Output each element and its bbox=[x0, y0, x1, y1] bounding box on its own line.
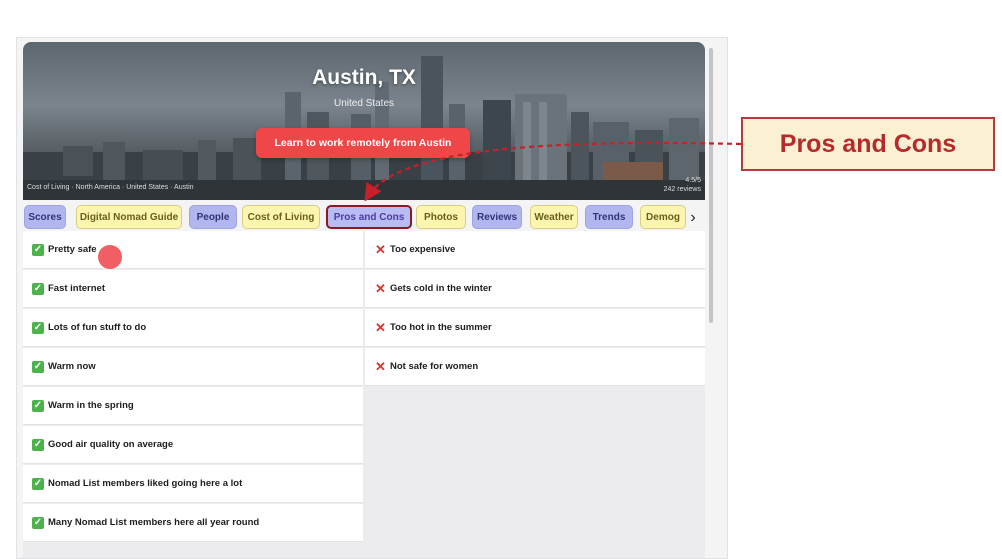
pro-item: ✓ Many Nomad List members here all year r… bbox=[23, 504, 363, 542]
cross-icon: ✕ bbox=[375, 358, 386, 374]
check-icon: ✓ bbox=[32, 399, 44, 412]
check-icon: ✓ bbox=[32, 477, 44, 490]
photo-caption: Cost of Living · North America · United … bbox=[27, 184, 194, 191]
scrollbar-thumb[interactable] bbox=[709, 48, 713, 323]
con-item: ✕ Gets cold in the winter bbox=[365, 270, 705, 308]
cross-icon: ✕ bbox=[375, 319, 386, 335]
tab-photos[interactable]: Photos bbox=[416, 205, 466, 229]
check-icon: ✓ bbox=[32, 243, 44, 256]
pro-item: ✓ Warm in the spring bbox=[23, 387, 363, 425]
learn-remote-button[interactable]: Learn to work remotely from Austin bbox=[256, 128, 470, 158]
check-icon: ✓ bbox=[32, 438, 44, 451]
app-window: Austin, TX United States Learn to work r… bbox=[16, 37, 728, 559]
chevron-right-icon[interactable]: › bbox=[686, 209, 700, 227]
cursor-highlight bbox=[98, 245, 122, 269]
pro-item: ✓ Pretty safe bbox=[23, 231, 363, 269]
con-item: ✕ Too hot in the summer bbox=[365, 309, 705, 347]
con-item: ✕ Not safe for women bbox=[365, 348, 705, 386]
tab-scores[interactable]: Scores bbox=[24, 205, 66, 229]
callout-label: Pros and Cons bbox=[741, 117, 995, 171]
pro-item: ✓ Nomad List members liked going here a l… bbox=[23, 465, 363, 503]
page-scrollbar[interactable] bbox=[707, 38, 715, 558]
tab-reviews[interactable]: Reviews bbox=[472, 205, 522, 229]
city-hero: Austin, TX United States Learn to work r… bbox=[23, 42, 705, 200]
check-icon: ✓ bbox=[32, 360, 44, 373]
section-tabs: Scores Digital Nomad Guide People Cost o… bbox=[23, 201, 707, 231]
country-subtitle: United States bbox=[333, 98, 395, 109]
con-item: ✕ Too expensive bbox=[365, 231, 705, 269]
pro-item: ✓ Fast internet bbox=[23, 270, 363, 308]
rating-value: 4.5/5 bbox=[685, 177, 701, 184]
pro-item: ✓ Good air quality on average bbox=[23, 426, 363, 464]
pro-item: ✓ Lots of fun stuff to do bbox=[23, 309, 363, 347]
check-icon: ✓ bbox=[32, 516, 44, 529]
pros-cons-panel: ✓ Pretty safe ✓ Fast internet ✓ Lots of fun… bbox=[23, 231, 705, 558]
check-icon: ✓ bbox=[32, 321, 44, 334]
cross-icon: ✕ bbox=[375, 280, 386, 296]
cons-list: ✕ Too expensive ✕ Gets cold in the winter … bbox=[365, 231, 705, 387]
check-icon: ✓ bbox=[32, 282, 44, 295]
tab-digital-nomad-guide[interactable]: Digital Nomad Guide bbox=[76, 205, 182, 229]
pro-item: ✓ Warm now bbox=[23, 348, 363, 386]
tab-weather[interactable]: Weather bbox=[530, 205, 578, 229]
city-title: Austin, TX bbox=[312, 66, 416, 89]
tab-cost-of-living[interactable]: Cost of Living bbox=[242, 205, 320, 229]
tab-demographics[interactable]: Demog bbox=[640, 205, 686, 229]
tab-pros-and-cons[interactable]: Pros and Cons bbox=[326, 205, 412, 229]
tab-people[interactable]: People bbox=[189, 205, 237, 229]
pros-list: ✓ Pretty safe ✓ Fast internet ✓ Lots of fun… bbox=[23, 231, 363, 543]
rating-count: 4.5/5 242 reviews bbox=[664, 176, 701, 194]
cross-icon: ✕ bbox=[375, 241, 386, 257]
reviews-count: 242 reviews bbox=[663, 186, 701, 193]
tab-trends[interactable]: Trends bbox=[585, 205, 633, 229]
